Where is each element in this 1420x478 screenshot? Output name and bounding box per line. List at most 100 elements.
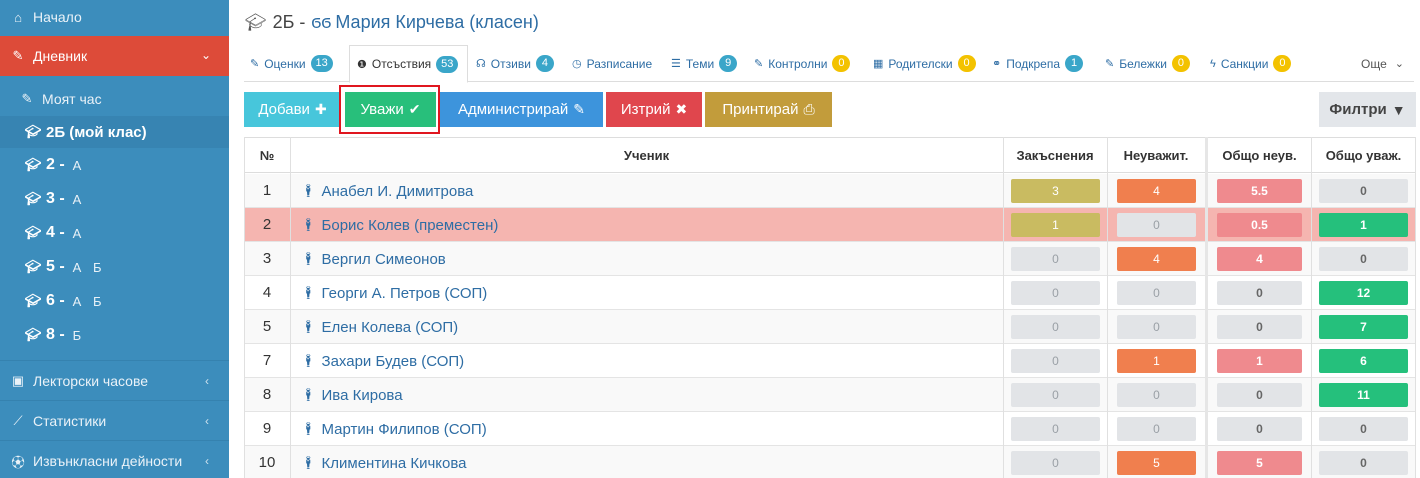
total-unexcused-pill[interactable]: 0.5	[1217, 213, 1302, 237]
sidebar-item-extracurricular[interactable]: ⚽︎ Извънкласни дейности ‹	[0, 441, 229, 478]
unexcused-pill[interactable]: 1	[1117, 349, 1196, 373]
total-excused-pill[interactable]: 0	[1319, 179, 1408, 203]
sidebar-item-grade-5[interactable]: 🎓︎ 5 - А Б	[0, 250, 229, 284]
grade-sections[interactable]: А	[73, 192, 86, 207]
grade-sections[interactable]: А Б	[73, 294, 106, 309]
unexcused-pill[interactable]: 4	[1117, 179, 1196, 203]
unexcused-pill[interactable]: 5	[1117, 451, 1196, 475]
total-excused-pill[interactable]: 7	[1319, 315, 1408, 339]
late-pill[interactable]: 1	[1011, 213, 1100, 237]
administer-button[interactable]: Администрирай ✎	[440, 92, 603, 127]
late-pill[interactable]: 0	[1011, 451, 1100, 475]
unexcused-pill[interactable]: 4	[1117, 247, 1196, 271]
header-total-excused[interactable]: Общо уваж.	[1311, 138, 1416, 174]
table-row[interactable]: 7 🕴︎ Захари Будев (СОП) 0 1 1 6	[244, 344, 1416, 378]
header-total-unexcused[interactable]: Общо неув.	[1208, 138, 1311, 174]
graduation-cap-icon: 🎓︎	[24, 327, 42, 342]
sidebar-item-statistics[interactable]: ⟋ Статистики ‹	[0, 401, 229, 441]
table-row[interactable]: 10 🕴︎ Климентина Кичкова 0 5 5 0	[244, 446, 1416, 478]
late-pill[interactable]: 0	[1011, 247, 1100, 271]
sidebar-item-journal[interactable]: ✎ Дневник ⌄	[0, 36, 229, 76]
grade-sections[interactable]: А	[73, 226, 86, 241]
table-row[interactable]: 8 🕴︎ Ива Кирова 0 0 0 11	[244, 378, 1416, 412]
tab-tests[interactable]: ✎ Контролни 0	[754, 45, 851, 82]
header-late[interactable]: Закъснения	[1003, 138, 1107, 174]
student-name[interactable]: 🕴︎ Борис Колев (преместен)	[300, 208, 498, 242]
sidebar-item-grade-3[interactable]: 🎓︎ 3 - А	[0, 182, 229, 216]
sidebar-item-label: Извънкласни дейности	[33, 453, 183, 469]
sidebar-item-lecture-hours[interactable]: ▣ Лекторски часове ‹	[0, 361, 229, 401]
student-name[interactable]: 🕴︎ Вергил Симеонов	[300, 242, 446, 276]
late-pill[interactable]: 0	[1011, 281, 1100, 305]
sidebar-item-my-hour[interactable]: ✎ Моят час	[0, 86, 229, 112]
late-pill[interactable]: 0	[1011, 383, 1100, 407]
total-excused-pill[interactable]: 6	[1319, 349, 1408, 373]
tab-reviews[interactable]: ☊ Отзиви 4	[476, 45, 554, 82]
total-excused-pill[interactable]: 0	[1319, 417, 1408, 441]
late-pill[interactable]: 0	[1011, 315, 1100, 339]
total-unexcused-pill[interactable]: 4	[1217, 247, 1302, 271]
table-row[interactable]: 3 🕴︎ Вергил Симеонов 0 4 4 0	[244, 242, 1416, 276]
sidebar-item-my-class[interactable]: 🎓︎ 2Б (мой клас)	[0, 116, 229, 148]
sidebar-item-grade-6[interactable]: 🎓︎ 6 - А Б	[0, 284, 229, 318]
unexcused-pill[interactable]: 0	[1117, 213, 1196, 237]
delete-button[interactable]: Изтрий ✖	[606, 92, 702, 127]
student-name[interactable]: 🕴︎ Климентина Кичкова	[300, 446, 467, 478]
table-row[interactable]: 9 🕴︎ Мартин Филипов (СОП) 0 0 0 0	[244, 412, 1416, 446]
total-unexcused-pill[interactable]: 0	[1217, 281, 1302, 305]
sidebar-item-grade-8[interactable]: 🎓︎ 8 - Б	[0, 318, 229, 352]
late-pill[interactable]: 0	[1011, 417, 1100, 441]
total-excused-pill[interactable]: 11	[1319, 383, 1408, 407]
unexcused-pill[interactable]: 0	[1117, 417, 1196, 441]
tab-absences[interactable]: ❶ Отсъствия 53	[349, 45, 468, 83]
header-student[interactable]: Ученик	[290, 138, 1003, 174]
total-unexcused-pill[interactable]: 0	[1217, 383, 1302, 407]
tab-topics[interactable]: ☰ Теми 9	[671, 45, 738, 82]
grade-sections[interactable]: Б	[73, 328, 86, 343]
column-divider	[1003, 137, 1004, 478]
grade-label: 8 -	[46, 326, 65, 343]
student-name[interactable]: 🕴︎ Захари Будев (СОП)	[300, 344, 464, 378]
tab-parent-meetings[interactable]: ▦ Родителски 0	[873, 45, 976, 82]
total-excused-pill[interactable]: 0	[1319, 247, 1408, 271]
tab-schedule[interactable]: ◷ Разписание	[572, 45, 652, 82]
total-excused-pill[interactable]: 12	[1319, 281, 1408, 305]
tab-support[interactable]: ⚭ Подкрепа 1	[992, 45, 1084, 82]
sidebar-item-grade-4[interactable]: 🎓︎ 4 - А	[0, 216, 229, 250]
student-name[interactable]: 🕴︎ Мартин Филипов (СОП)	[300, 412, 487, 446]
table-row[interactable]: 2 🕴︎ Борис Колев (преместен) 1 0 0.5 1	[244, 208, 1416, 242]
student-name[interactable]: 🕴︎ Анабел И. Димитрова	[300, 174, 473, 208]
tab-more[interactable]: Още ⌄	[1361, 45, 1404, 82]
add-button[interactable]: Добави ✚	[244, 92, 341, 127]
late-pill[interactable]: 0	[1011, 349, 1100, 373]
header-unexcused[interactable]: Неуважит.	[1107, 138, 1205, 174]
unexcused-pill[interactable]: 0	[1117, 315, 1196, 339]
print-button[interactable]: Принтирай ⎙	[705, 92, 832, 127]
late-pill[interactable]: 3	[1011, 179, 1100, 203]
sidebar-item-grade-2[interactable]: 🎓︎ 2 - А	[0, 148, 229, 182]
tab-grades[interactable]: ✎ Оценки 13	[250, 45, 333, 82]
student-name[interactable]: 🕴︎ Ива Кирова	[300, 378, 403, 412]
student-icon: 🕴︎	[300, 251, 317, 266]
total-unexcused-pill[interactable]: 5	[1217, 451, 1302, 475]
table-row[interactable]: 5 🕴︎ Елен Колева (СОП) 0 0 0 7	[244, 310, 1416, 344]
tab-notes[interactable]: ✎ Бележки 0	[1105, 45, 1190, 82]
total-unexcused-pill[interactable]: 1	[1217, 349, 1302, 373]
total-excused-pill[interactable]: 1	[1319, 213, 1408, 237]
total-excused-pill[interactable]: 0	[1319, 451, 1408, 475]
student-name[interactable]: 🕴︎ Георги А. Петров (СОП)	[300, 276, 487, 310]
tab-sanctions[interactable]: ϟ Санкции 0	[1210, 45, 1292, 82]
teacher-name[interactable]: Мария Кирчева (класен)	[335, 12, 538, 33]
table-row[interactable]: 4 🕴︎ Георги А. Петров (СОП) 0 0 0 12	[244, 276, 1416, 310]
filters-button[interactable]: Филтри ▼	[1319, 92, 1416, 127]
table-row[interactable]: 1 🕴︎ Анабел И. Димитрова 3 4 5.5 0	[244, 174, 1416, 208]
grade-sections[interactable]: А Б	[73, 260, 106, 275]
total-unexcused-pill[interactable]: 0	[1217, 315, 1302, 339]
unexcused-pill[interactable]: 0	[1117, 281, 1196, 305]
student-name[interactable]: 🕴︎ Елен Колева (СОП)	[300, 310, 458, 344]
total-unexcused-pill[interactable]: 5.5	[1217, 179, 1302, 203]
grade-sections[interactable]: А	[73, 158, 86, 173]
sidebar-item-home[interactable]: ⌂ Начало	[0, 0, 229, 34]
unexcused-pill[interactable]: 0	[1117, 383, 1196, 407]
total-unexcused-pill[interactable]: 0	[1217, 417, 1302, 441]
